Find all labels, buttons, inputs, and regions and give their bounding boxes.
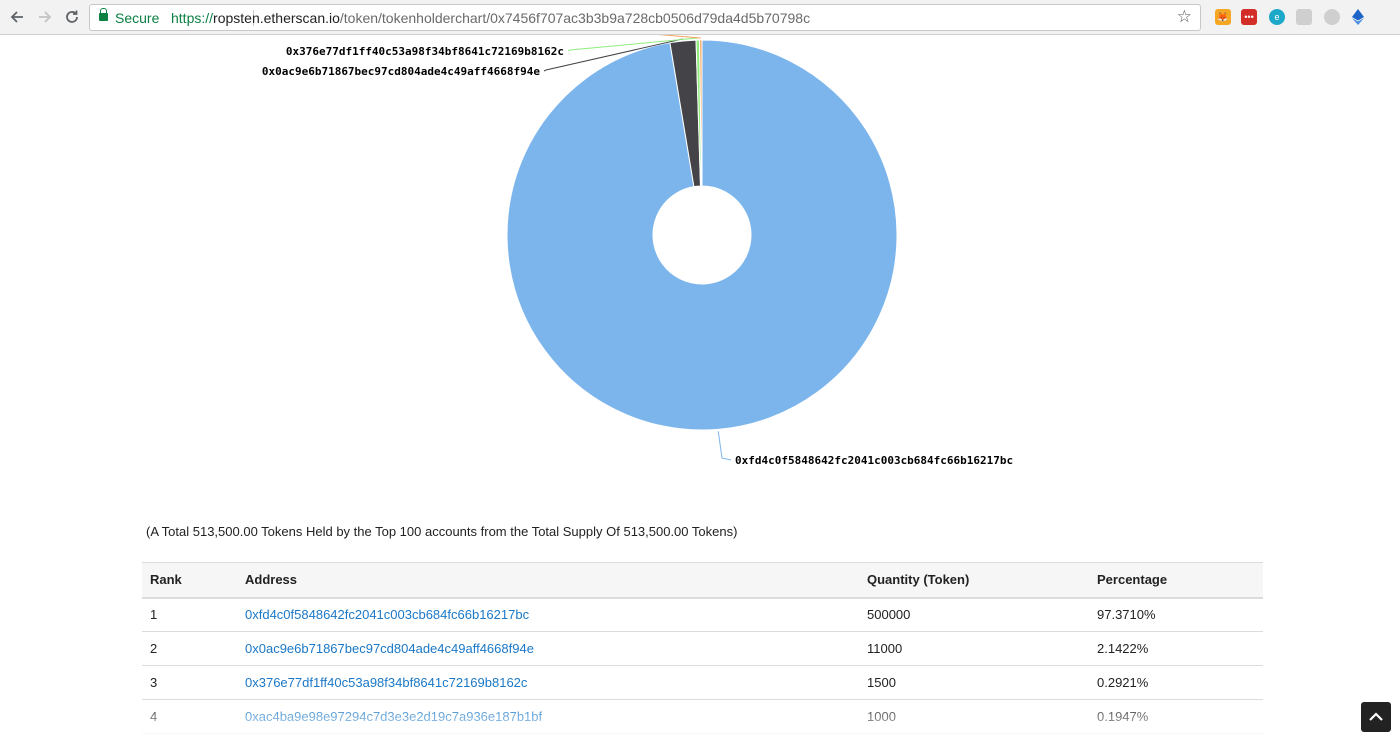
scroll-to-top-button[interactable] xyxy=(1361,702,1391,732)
url-path: /token/tokenholderchart/0x7456f707ac3b3b… xyxy=(339,10,811,26)
address-link[interactable]: 0x0ac9e6b71867bec97cd804ade4c49aff4668f9… xyxy=(245,641,534,656)
holders-table: Rank Address Quantity (Token) Percentage… xyxy=(142,562,1263,734)
chevron-up-icon xyxy=(1369,712,1383,721)
rank-cell: 4 xyxy=(142,699,237,734)
translate-icon[interactable]: e xyxy=(1269,9,1285,25)
back-arrow-icon xyxy=(10,11,23,23)
quantity-cell: 11000 xyxy=(859,631,1089,666)
rank-cell: 2 xyxy=(142,631,237,666)
reload-button[interactable] xyxy=(61,6,83,28)
table-header-row: Rank Address Quantity (Token) Percentage xyxy=(142,562,1263,599)
pie-chart: 0xfd4c0f5848642fc2041c003cb684fc66b16217… xyxy=(262,35,1013,467)
address-link[interactable]: 0xac4ba9e98e97294c7d3e3e2d19c7a936e187b1… xyxy=(245,709,542,724)
rank-cell: 3 xyxy=(142,665,237,700)
percentage-cell: 97.3710% xyxy=(1089,597,1263,632)
cast-icon[interactable] xyxy=(1296,9,1312,25)
address-cell: 0xac4ba9e98e97294c7d3e3e2d19c7a936e187b1… xyxy=(237,699,859,734)
address-cell: 0x376e77df1ff40c53a98f34bf8641c72169b816… xyxy=(237,665,859,700)
address-cell: 0x0ac9e6b71867bec97cd804ade4c49aff4668f9… xyxy=(237,631,859,666)
ublock-icon[interactable] xyxy=(1324,9,1340,25)
lastpass-icon[interactable]: ••• xyxy=(1241,9,1257,25)
slice-label: 0xac4ba9e98e97294c7d3e3e2d19c7a936e187b1… xyxy=(320,35,598,38)
total-supply-summary: (A Total 513,500.00 Tokens Held by the T… xyxy=(146,524,738,539)
header-address: Address xyxy=(237,562,859,599)
label-connector xyxy=(717,431,732,461)
forward-arrow-icon xyxy=(39,11,52,23)
forward-button[interactable] xyxy=(34,6,56,28)
percentage-cell: 2.1422% xyxy=(1089,631,1263,666)
browser-toolbar: Secure https://ropsten.etherscan.io/toke… xyxy=(0,0,1400,35)
url-scheme: https:// xyxy=(171,10,214,26)
token-holder-chart: 0xfd4c0f5848642fc2041c003cb684fc66b16217… xyxy=(0,35,1400,485)
address-bar[interactable]: Secure https://ropsten.etherscan.io/toke… xyxy=(89,4,1201,31)
table-row: 3 0x376e77df1ff40c53a98f34bf8641c72169b8… xyxy=(142,665,1263,700)
ethereum-icon[interactable] xyxy=(1350,9,1366,25)
percentage-cell: 0.1947% xyxy=(1089,699,1263,734)
percentage-cell: 0.2921% xyxy=(1089,665,1263,700)
lock-icon xyxy=(99,8,108,21)
table-row: 4 0xac4ba9e98e97294c7d3e3e2d19c7a936e187… xyxy=(142,699,1263,734)
reload-icon xyxy=(66,10,78,23)
address-cell: 0xfd4c0f5848642fc2041c003cb684fc66b16217… xyxy=(237,597,859,632)
quantity-cell: 1500 xyxy=(859,665,1089,700)
quantity-cell: 500000 xyxy=(859,597,1089,632)
rank-cell: 1 xyxy=(142,597,237,632)
slice-label: 0x0ac9e6b71867bec97cd804ade4c49aff4668f9… xyxy=(262,65,541,78)
table-row: 1 0xfd4c0f5848642fc2041c003cb684fc66b162… xyxy=(142,597,1263,632)
back-button[interactable] xyxy=(6,6,28,28)
secure-label: Secure xyxy=(115,10,160,26)
slice-label: 0xfd4c0f5848642fc2041c003cb684fc66b16217… xyxy=(735,454,1013,467)
label-connector xyxy=(658,35,701,39)
table-row: 2 0x0ac9e6b71867bec97cd804ade4c49aff4668… xyxy=(142,631,1263,666)
metamask-icon[interactable]: 🦊 xyxy=(1215,9,1231,25)
url-text[interactable]: https://ropsten.etherscan.io/token/token… xyxy=(171,10,810,26)
quantity-cell: 1000 xyxy=(859,699,1089,734)
header-quantity: Quantity (Token) xyxy=(859,562,1089,599)
slice-label: 0x376e77df1ff40c53a98f34bf8641c72169b816… xyxy=(286,45,564,58)
bookmark-star-icon[interactable]: ☆ xyxy=(1177,7,1192,27)
address-link[interactable]: 0x376e77df1ff40c53a98f34bf8641c72169b816… xyxy=(245,675,527,690)
header-percentage: Percentage xyxy=(1089,562,1263,599)
url-host: ropsten.etherscan.io xyxy=(213,10,340,26)
header-rank: Rank xyxy=(142,562,237,599)
address-link[interactable]: 0xfd4c0f5848642fc2041c003cb684fc66b16217… xyxy=(245,607,529,622)
